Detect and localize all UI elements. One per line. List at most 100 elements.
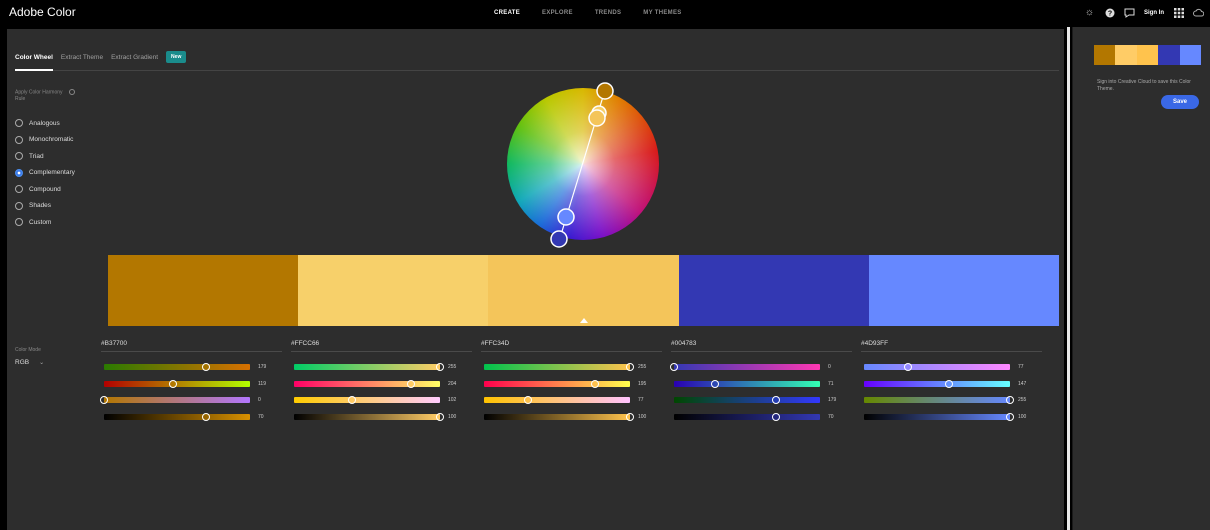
channel-slider-track[interactable] [294, 380, 440, 387]
channel-slider-track[interactable] [674, 380, 820, 387]
radio-checked-icon[interactable] [15, 168, 23, 177]
channel-slider-track[interactable] [674, 364, 820, 370]
hex-value-field[interactable]: #004783 [671, 340, 852, 352]
handle-color-3[interactable] [588, 109, 606, 127]
channel-slider-track[interactable] [674, 413, 820, 420]
channel-slider-knob[interactable] [1006, 396, 1014, 404]
channel-value[interactable]: 0 [828, 364, 831, 370]
apps-grid-icon[interactable] [1173, 7, 1184, 18]
channel-slider-track[interactable] [104, 380, 250, 387]
hex-value-field[interactable]: #4D93FF [861, 340, 1042, 352]
channel-value[interactable]: 70 [828, 414, 834, 420]
channel-value[interactable]: 255 [638, 364, 646, 370]
channel-slider-track[interactable] [104, 397, 250, 403]
feedback-icon[interactable] [1124, 7, 1135, 18]
channel-slider-knob[interactable] [772, 412, 781, 421]
channel-value[interactable]: 204 [448, 381, 456, 387]
rule-shades[interactable]: Shades [15, 198, 75, 215]
swatch-1[interactable] [108, 255, 299, 326]
brightness-icon[interactable]: ☼ [1084, 7, 1095, 18]
radio-icon[interactable] [15, 218, 23, 227]
hex-value-field[interactable]: #FFCC66 [291, 340, 472, 352]
channel-slider-knob[interactable] [523, 396, 532, 404]
swatch-3[interactable] [488, 255, 679, 326]
channel-value[interactable]: 70 [258, 414, 264, 420]
channel-slider-track[interactable] [674, 397, 820, 403]
radio-icon[interactable] [15, 119, 23, 128]
channel-slider-knob[interactable] [406, 379, 415, 388]
sign-in-link[interactable]: Sign In [1144, 10, 1164, 16]
channel-slider-knob[interactable] [670, 363, 678, 371]
channel-value[interactable]: 100 [638, 414, 646, 420]
rule-custom[interactable]: Custom [15, 214, 75, 231]
channel-slider-track[interactable] [484, 364, 630, 370]
channel-value[interactable]: 77 [638, 397, 644, 403]
channel-value[interactable]: 179 [828, 397, 836, 403]
tab-extract-gradient[interactable]: Extract Gradient [111, 54, 158, 61]
channel-slider-knob[interactable] [944, 379, 953, 388]
channel-slider-track[interactable] [294, 397, 440, 403]
channel-value[interactable]: 179 [258, 364, 266, 370]
rule-monochromatic[interactable]: Monochromatic [15, 132, 75, 149]
channel-slider-track[interactable] [864, 364, 1010, 370]
channel-slider-knob[interactable] [100, 396, 108, 404]
channel-slider-knob[interactable] [436, 363, 444, 371]
channel-slider-track[interactable] [484, 380, 630, 387]
channel-value[interactable]: 255 [1018, 397, 1026, 403]
channel-slider-knob[interactable] [202, 412, 211, 421]
channel-slider-track[interactable] [104, 413, 250, 420]
channel-slider-knob[interactable] [1006, 412, 1014, 421]
channel-slider-knob[interactable] [436, 412, 444, 421]
radio-icon[interactable] [15, 185, 23, 194]
creative-cloud-icon[interactable] [1193, 7, 1204, 18]
swatch-5[interactable] [868, 255, 1060, 326]
channel-slider-knob[interactable] [590, 379, 599, 388]
channel-value[interactable]: 119 [258, 381, 266, 387]
channel-value[interactable]: 102 [448, 397, 456, 403]
rule-analogous[interactable]: Analogous [15, 115, 75, 132]
channel-slider-track[interactable] [294, 364, 440, 370]
channel-slider-track[interactable] [864, 413, 1010, 420]
color-mode-select[interactable]: RGB ⌄ [15, 359, 44, 366]
radio-icon[interactable] [15, 201, 23, 210]
channel-value[interactable]: 147 [1018, 381, 1026, 387]
info-icon[interactable] [68, 89, 75, 95]
channel-value[interactable]: 77 [1018, 364, 1024, 370]
swatch-4[interactable] [678, 255, 869, 326]
rule-triad[interactable]: Triad [15, 148, 75, 165]
channel-slider-track[interactable] [484, 413, 630, 420]
handle-color-5[interactable] [557, 208, 575, 226]
tab-color-wheel[interactable]: Color Wheel [15, 54, 53, 61]
channel-slider-knob[interactable] [710, 379, 719, 388]
channel-value[interactable]: 0 [258, 397, 261, 403]
swatch-2[interactable] [298, 255, 489, 326]
radio-icon[interactable] [15, 152, 23, 161]
channel-value[interactable]: 255 [448, 364, 456, 370]
color-wheel[interactable] [507, 82, 659, 248]
channel-value[interactable]: 71 [828, 381, 834, 387]
channel-slider-knob[interactable] [903, 363, 912, 371]
channel-value[interactable]: 100 [1018, 414, 1026, 420]
nav-my-themes[interactable]: MY THEMES [643, 10, 681, 16]
nav-explore[interactable]: EXPLORE [542, 10, 573, 16]
hex-value-field[interactable]: #FFC34D [481, 340, 662, 352]
handle-color-4[interactable] [550, 230, 568, 248]
channel-slider-track[interactable] [864, 380, 1010, 387]
channel-slider-knob[interactable] [626, 363, 634, 371]
tab-extract-theme[interactable]: Extract Theme [61, 54, 103, 61]
channel-slider-track[interactable] [484, 397, 630, 403]
handle-color-1[interactable] [596, 82, 614, 100]
channel-slider-track[interactable] [864, 397, 1010, 403]
channel-value[interactable]: 100 [448, 414, 456, 420]
channel-slider-track[interactable] [294, 413, 440, 420]
save-button[interactable]: Save [1161, 95, 1199, 109]
app-title[interactable]: Adobe Color [9, 5, 76, 19]
channel-slider-knob[interactable] [168, 379, 177, 388]
rule-complementary[interactable]: Complementary [15, 165, 75, 182]
nav-create[interactable]: CREATE [494, 10, 520, 16]
nav-trends[interactable]: TRENDS [595, 10, 621, 16]
channel-value[interactable]: 195 [638, 381, 646, 387]
help-icon[interactable]: ? [1104, 7, 1115, 18]
hex-value-field[interactable]: #B37700 [101, 340, 282, 352]
channel-slider-track[interactable] [104, 364, 250, 370]
